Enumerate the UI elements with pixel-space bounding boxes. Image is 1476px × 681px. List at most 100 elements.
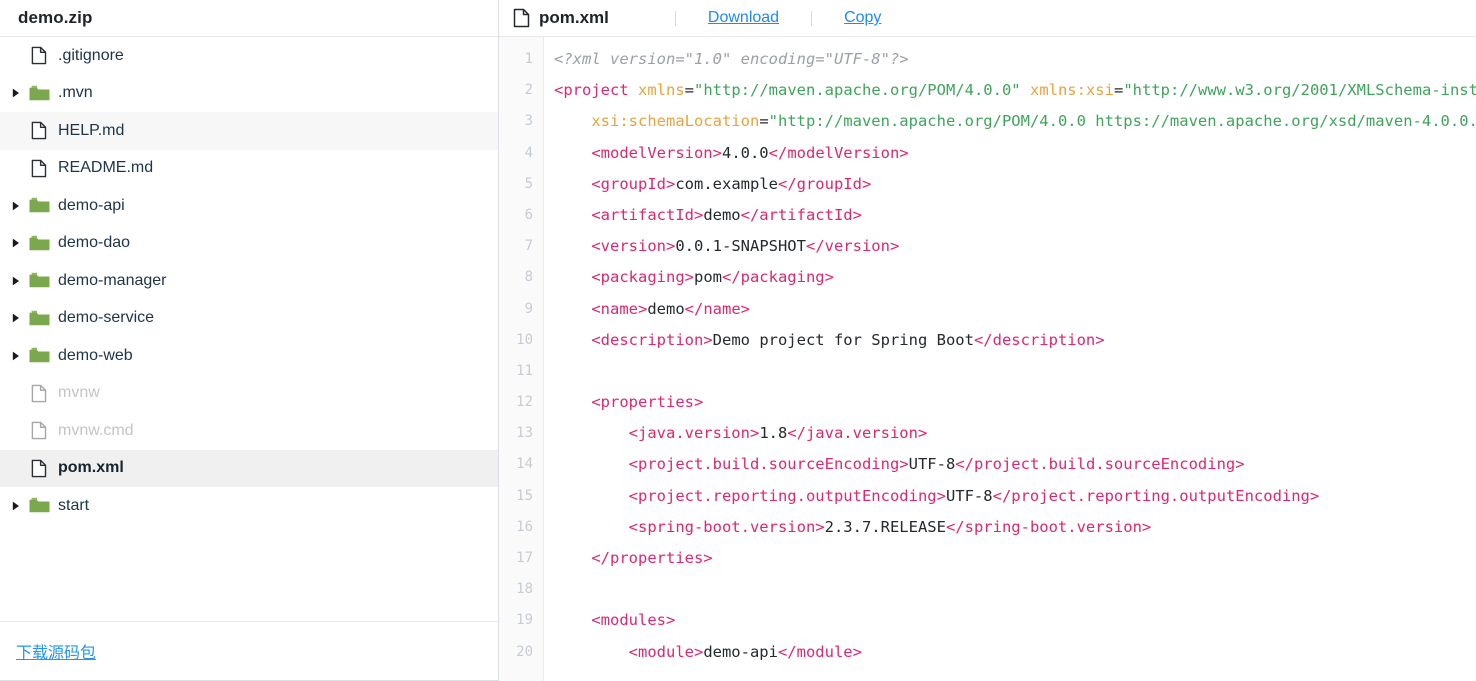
current-file-name: pom.xml	[539, 8, 609, 27]
line-number: 17	[516, 550, 533, 566]
code-token-txt: UTF-8	[945, 486, 993, 505]
code-line: <project xmlns="http://maven.apache.org/…	[554, 75, 1476, 106]
file-icon	[26, 458, 52, 478]
folder-icon	[26, 308, 52, 328]
code-token-txt: Demo project for Spring Boot	[712, 330, 974, 349]
file-tree: .gitignore .mvn HELP.md README.md demo-api de…	[0, 37, 498, 621]
file-icon	[26, 121, 52, 141]
download-source-package-link[interactable]: 下载源码包	[16, 639, 96, 663]
tree-item-label: pom.xml	[58, 459, 124, 477]
line-number: 16	[516, 518, 533, 535]
code-token-tag: <spring-boot.version>	[628, 517, 825, 536]
file-browser-app: demo.zip .gitignore .mvn HELP.md README.md d…	[0, 0, 1476, 681]
code-token-tag: <java.version>	[628, 424, 760, 443]
file-icon	[513, 8, 537, 28]
code-token-tag: </project.build.sourceEncoding>	[955, 455, 1245, 474]
tree-item-mvnw[interactable]: mvnw	[0, 375, 498, 413]
tree-item-demo-web[interactable]: demo-web	[0, 337, 498, 375]
file-icon	[26, 383, 52, 403]
line-number: 1	[524, 51, 533, 67]
line-number: 13	[516, 425, 533, 442]
code-line: <properties>	[554, 387, 1476, 418]
tree-item-label: README.md	[58, 159, 154, 177]
expand-caret-icon[interactable]	[8, 85, 24, 101]
expand-caret-icon[interactable]	[8, 235, 24, 251]
folder-icon	[26, 83, 52, 103]
tree-item-label: demo-web	[58, 346, 133, 364]
main-panel: pom.xml Download Copy 1 2 3 4 5 6 7 8 9 10 11 12 13 1…	[499, 0, 1476, 681]
folder-icon	[26, 346, 52, 366]
line-number: 5	[524, 175, 533, 192]
code-token-txt: demo	[703, 205, 741, 224]
line-number: 6	[524, 206, 533, 223]
download-button[interactable]: Download	[708, 9, 779, 27]
code-token-val: "http://www.w3.org/2001/XMLSchema-instan…	[1123, 81, 1476, 100]
code-token-tag: </modelVersion>	[768, 143, 909, 162]
code-token-tag: <properties>	[591, 393, 704, 412]
line-number: 4	[524, 144, 533, 161]
tree-item-demo-dao[interactable]: demo-dao	[0, 225, 498, 263]
tree-item--gitignore[interactable]: .gitignore	[0, 37, 498, 75]
expand-caret-icon[interactable]	[8, 198, 24, 214]
code-token-tag: <version>	[591, 237, 676, 256]
expand-caret-icon[interactable]	[8, 273, 24, 289]
tree-item-demo-manager[interactable]: demo-manager	[0, 262, 498, 300]
code-token-txt: UTF-8	[908, 455, 956, 474]
tree-item-label: HELP.md	[58, 121, 125, 139]
code-token-tag: <modelVersion>	[591, 143, 722, 162]
code-viewer: 1 2 3 4 5 6 7 8 9 10 11 12 13 14 15 16 17 18 19 20 <?xml ve…	[499, 37, 1476, 681]
tree-item-demo-service[interactable]: demo-service	[0, 300, 498, 338]
code-line: <java.version>1.8</java.version>	[554, 418, 1476, 449]
code-content[interactable]: <?xml version="1.0" encoding="UTF-8"?> <p…	[544, 37, 1476, 681]
code-line: <modules>	[554, 605, 1476, 636]
tree-item-label: .gitignore	[58, 46, 124, 64]
line-number-gutter: 1 2 3 4 5 6 7 8 9 10 11 12 13 14 15 16 17 18 19 20	[499, 37, 544, 681]
code-token-txt: =	[684, 81, 695, 100]
code-line: <spring-boot.version>2.3.7.RELEASE</spri…	[554, 512, 1476, 543]
code-token-tag: </module>	[777, 642, 862, 661]
tree-item-pom-xml[interactable]: pom.xml	[0, 449, 498, 487]
code-token-tag: <name>	[591, 299, 648, 318]
tree-item-start[interactable]: start	[0, 487, 498, 525]
code-token-attr: xsi:schemaLocation	[591, 112, 760, 131]
tree-item-help-md[interactable]: HELP.md	[0, 112, 498, 150]
folder-icon	[26, 233, 52, 253]
code-token-tag: <module>	[628, 642, 704, 661]
file-icon	[26, 158, 52, 178]
code-line: <project.build.sourceEncoding>UTF-8</pro…	[554, 449, 1476, 480]
code-token-txt: =	[759, 112, 769, 131]
line-number: 10	[516, 331, 533, 348]
tree-item-demo-api[interactable]: demo-api	[0, 187, 498, 225]
copy-button[interactable]: Copy	[844, 9, 881, 27]
code-token-tag: </java.version>	[787, 424, 928, 443]
line-number: 8	[524, 269, 533, 286]
archive-title: demo.zip	[18, 8, 93, 27]
expand-caret-icon[interactable]	[8, 310, 24, 326]
code-token-tag: </properties>	[591, 549, 713, 567]
tree-item--mvn[interactable]: .mvn	[0, 75, 498, 113]
code-token-txt: demo	[647, 299, 685, 318]
line-number: 3	[524, 113, 533, 130]
line-number: 2	[524, 82, 533, 99]
tree-item-label: .mvn	[58, 84, 93, 102]
code-line: <name>demo</name>	[554, 294, 1476, 325]
tree-item-mvnw-cmd[interactable]: mvnw.cmd	[0, 412, 498, 450]
code-token-tag: <groupId>	[591, 174, 676, 193]
code-token-val: "http://maven.apache.org/POM/4.0.0"	[694, 81, 1021, 100]
code-token-txt: 1.8	[759, 424, 788, 443]
expand-caret-icon[interactable]	[8, 348, 24, 364]
code-line: <?xml version="1.0" encoding="UTF-8"?>	[554, 44, 1476, 75]
code-token-tag: </project.reporting.outputEncoding>	[992, 486, 1320, 505]
toolbar-divider-2	[811, 10, 813, 26]
expand-caret-icon[interactable]	[8, 498, 24, 514]
tree-item-readme-md[interactable]: README.md	[0, 150, 498, 188]
tree-item-label: demo-service	[58, 309, 155, 327]
code-token-tag: <project.build.sourceEncoding>	[628, 455, 909, 474]
